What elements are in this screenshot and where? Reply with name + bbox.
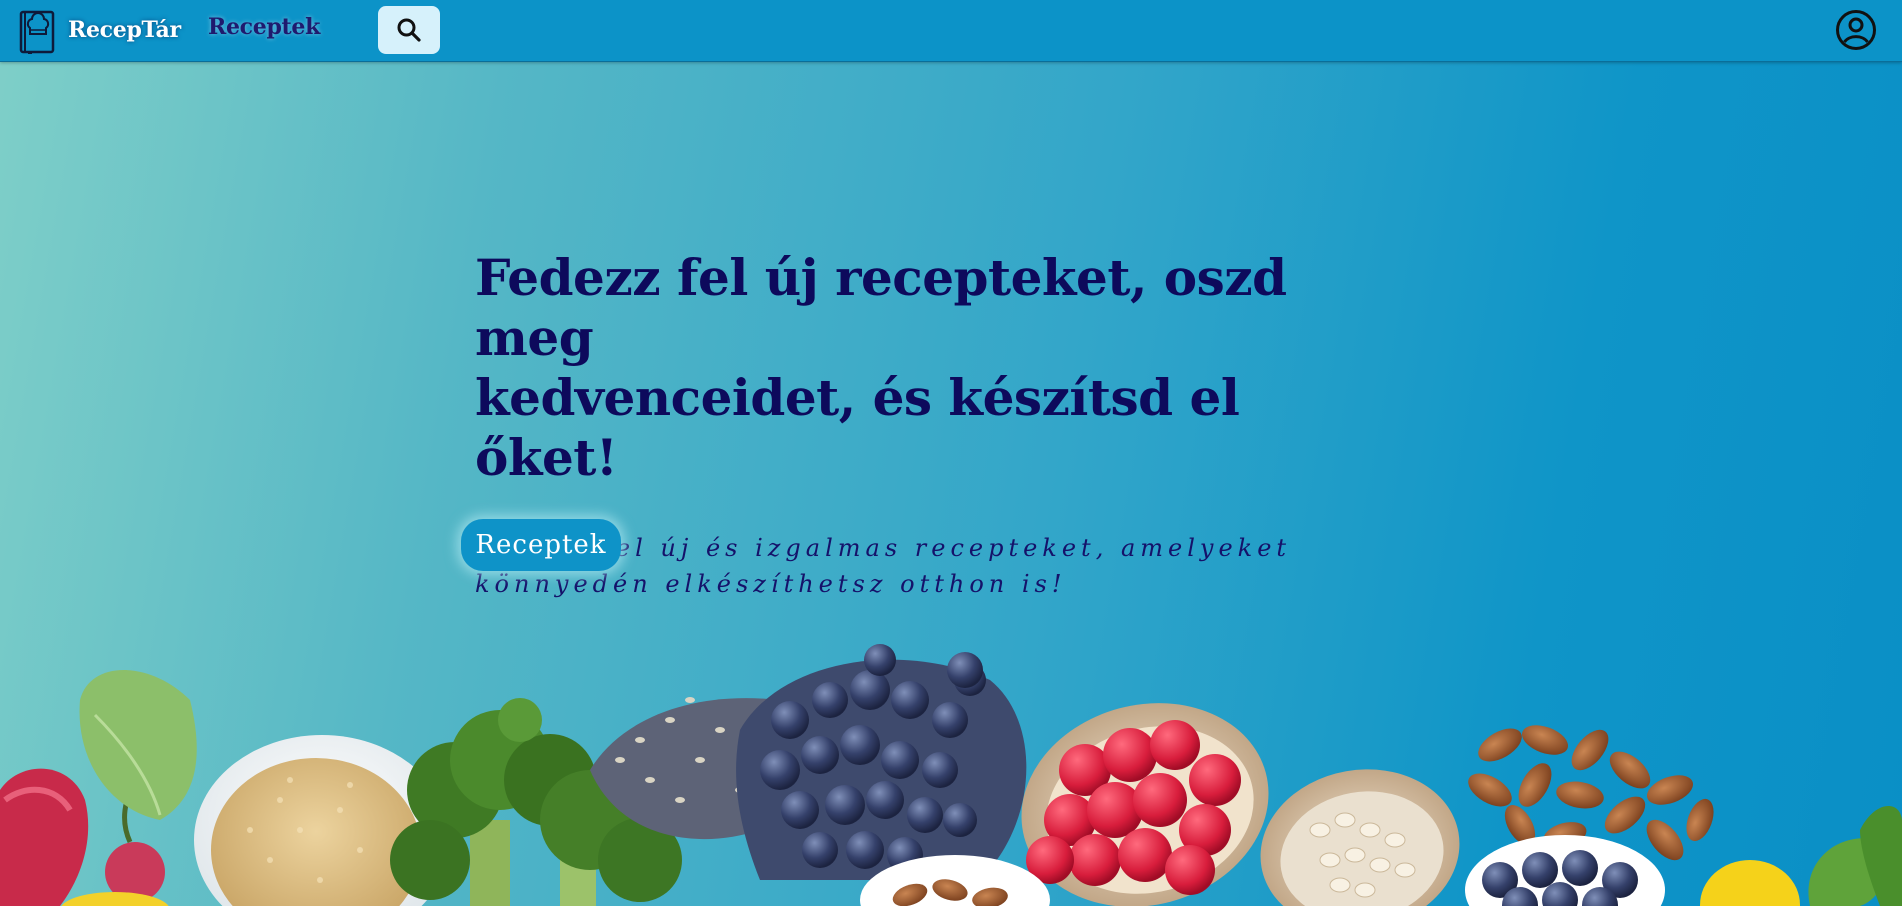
search-button[interactable] [378,6,440,54]
search-icon [397,18,421,42]
top-navbar: RecepTár Receptek [0,0,1902,62]
hero-title-line1: Fedezz fel új recepteket, oszd meg [475,248,1287,367]
nav-link-recipes[interactable]: Receptek [208,14,320,40]
hero-title-line2: kedvenceidet, és készítsd el őket! [475,368,1240,487]
hero-title: Fedezz fel új recepteket, oszd meg kedve… [475,248,1355,488]
brand-name: RecepTár [68,17,181,43]
hero-subtitle-line2: könnyedén elkészíthetsz otthon is! [475,570,1067,598]
brand-home-link[interactable]: RecepTár [18,6,181,54]
chef-book-icon [19,10,55,54]
recipes-cta-button[interactable]: Receptek [461,519,621,571]
user-circle-icon [1836,10,1876,50]
profile-button[interactable] [1834,8,1878,52]
